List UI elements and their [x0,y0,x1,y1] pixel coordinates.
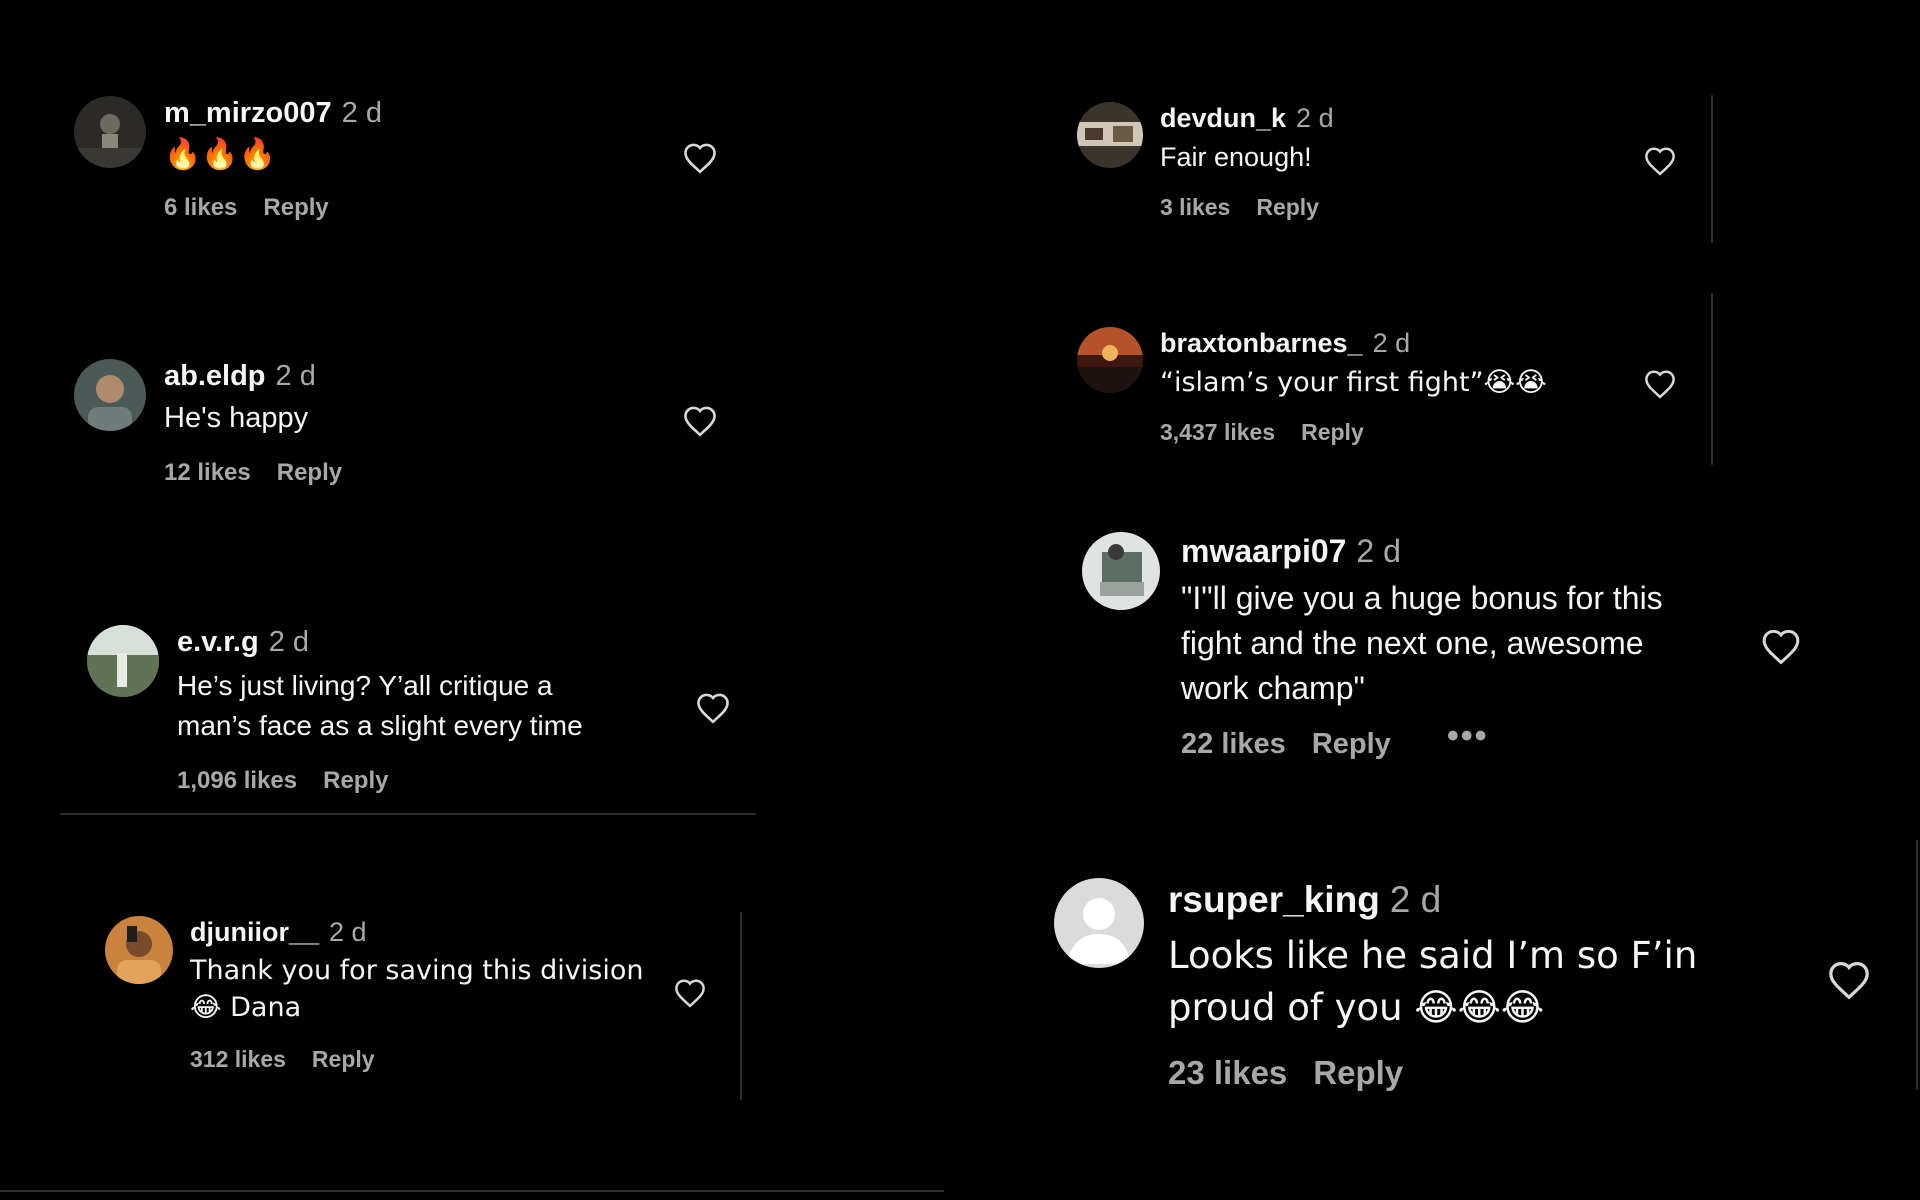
divider [0,1190,944,1192]
comment-text: 🔥🔥🔥 [164,136,277,172]
comment-text: He's happy [164,401,309,434]
comment-text-line: proud of you 😂😂😂 [1168,986,1545,1030]
reply-button[interactable]: Reply [1301,419,1364,446]
like-heart-icon[interactable] [682,142,718,174]
comment-username[interactable]: braxtonbarnes_ [1160,328,1363,358]
likes-count[interactable]: 12 likes [164,459,251,487]
comment-text-line: fight and the next one, awesome [1181,625,1644,662]
comment-username[interactable]: devdun_k [1160,103,1286,133]
reply-button[interactable]: Reply [323,767,388,795]
avatar[interactable] [87,625,159,697]
comment-djuniior: djuniior__ 2 d Thank you for saving this … [105,916,725,1086]
comment-text: “islam’s your first fight”😭😭 [1160,367,1547,399]
likes-count[interactable]: 1,096 likes [177,767,297,795]
avatar[interactable] [1077,102,1143,168]
like-heart-icon[interactable] [1643,146,1677,176]
comment-time: 2 d [1389,879,1442,920]
comment-username[interactable]: mwaarpi07 [1181,533,1346,569]
likes-count[interactable]: 3 likes [1160,194,1230,221]
divider [60,813,756,815]
comment-text-line: 😂 Dana [190,992,302,1024]
comment-rsuper-king: rsuper_king 2 d Looks like he said I’m so… [1054,878,1874,1098]
panel-edge-line [740,912,742,1100]
comment-time: 2 d [341,97,382,129]
comment-text-line: Thank you for saving this division [190,955,644,987]
likes-count[interactable]: 23 likes [1168,1054,1287,1092]
comment-username[interactable]: djuniior__ [190,917,319,947]
like-heart-icon[interactable] [1826,960,1872,1000]
comment-devdun-k: devdun_k 2 d Fair enough! 3 likes Reply [1077,102,1717,242]
comment-time: 2 d [275,360,316,392]
comment-time: 2 d [1372,328,1411,358]
reply-button[interactable]: Reply [1313,1054,1403,1092]
reply-button[interactable]: Reply [263,194,328,222]
comment-time: 2 d [329,917,367,947]
comment-time: 2 d [1356,533,1401,569]
like-heart-icon[interactable] [1760,628,1802,665]
comment-mwaarpi07: mwaarpi07 2 d "I"ll give you a huge bonus… [1082,532,1822,772]
panel-edge-line [1711,95,1713,243]
comment-text-line: man’s face as a slight every time [177,709,583,741]
comment-time: 2 d [268,626,310,658]
like-heart-icon[interactable] [673,978,707,1008]
comment-m-mirzo007: m_mirzo007 2 d 🔥🔥🔥 6 likes Reply [74,96,734,236]
reply-button[interactable]: Reply [1256,194,1319,221]
likes-count[interactable]: 312 likes [190,1046,286,1073]
reply-button[interactable]: Reply [312,1046,375,1073]
panel-edge-line [1916,840,1918,1090]
comment-text-line: work champ" [1181,670,1365,707]
avatar[interactable] [1077,327,1143,393]
comment-username[interactable]: rsuper_king [1168,879,1380,920]
comment-ab-eldp: ab.eldp 2 d He's happy 12 likes Reply [74,359,734,499]
comment-braxtonbarnes: braxtonbarnes_ 2 d “islam’s your first fi… [1077,327,1717,467]
comment-username[interactable]: e.v.r.g [177,626,259,658]
like-heart-icon[interactable] [695,692,731,724]
comment-text-line: He’s just living? Y’all critique a [177,669,553,701]
reply-button[interactable]: Reply [277,459,342,487]
like-heart-icon[interactable] [1643,369,1677,399]
avatar-default[interactable] [1054,878,1144,968]
comment-text: Fair enough! [1160,142,1312,173]
comment-username[interactable]: m_mirzo007 [164,97,332,129]
reply-button[interactable]: Reply [1312,728,1391,761]
likes-count[interactable]: 22 likes [1181,728,1286,761]
likes-count[interactable]: 6 likes [164,194,237,222]
likes-count[interactable]: 3,437 likes [1160,419,1275,446]
panel-edge-line [1711,293,1713,465]
comment-text-line: "I"ll give you a huge bonus for this [1181,580,1663,617]
avatar[interactable] [74,359,146,431]
like-heart-icon[interactable] [682,405,718,437]
comment-time: 2 d [1296,103,1334,133]
comment-e-v-r-g: e.v.r.g 2 d He’s just living? Y’all criti… [87,625,747,805]
avatar[interactable] [1082,532,1160,610]
avatar[interactable] [105,916,173,984]
comment-username[interactable]: ab.eldp [164,360,266,392]
comment-text-line: Looks like he said I’m so F’in [1168,934,1698,978]
avatar[interactable] [74,96,146,168]
